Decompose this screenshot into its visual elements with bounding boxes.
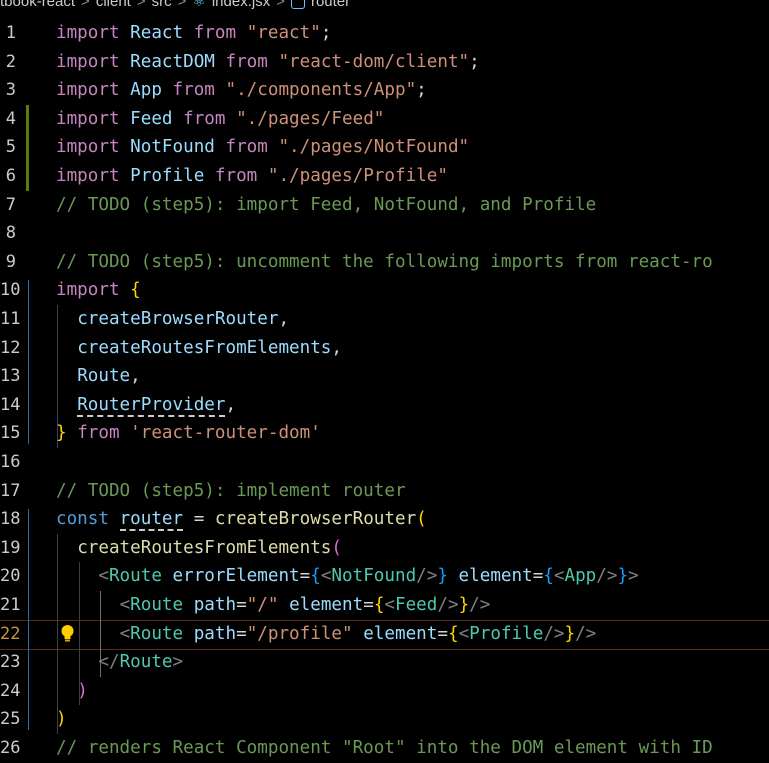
code-line[interactable]: 22 <Route path="/profile" element={<Prof… <box>0 620 769 649</box>
code-text[interactable]: createRoutesFromElements, <box>56 334 342 363</box>
code-line[interactable]: 23 </Route> <box>0 648 769 677</box>
code-text[interactable]: <Route path="/profile" element={<Profile… <box>56 620 597 649</box>
code-text[interactable]: // TODO (step5): implement router <box>56 477 406 506</box>
chevron-right-icon: > <box>81 0 90 10</box>
code-text[interactable]: } from 'react-router-dom' <box>56 419 321 448</box>
code-line[interactable]: 13 Route, <box>0 362 769 391</box>
line-number: 5 <box>5 137 16 158</box>
line-number: 13 <box>0 366 21 387</box>
code-text[interactable]: createBrowserRouter, <box>56 305 289 334</box>
code-text[interactable]: import { <box>56 276 141 305</box>
code-text[interactable]: import ReactDOM from "react-dom/client"; <box>56 48 480 77</box>
code-text[interactable]: // TODO (step5): import Feed, NotFound, … <box>56 191 596 220</box>
line-number: 10 <box>0 280 21 301</box>
chevron-right-icon: > <box>276 0 285 10</box>
code-line[interactable]: 10 import { <box>0 276 769 305</box>
code-line[interactable]: 3 import App from "./components/App"; <box>0 76 769 105</box>
code-line[interactable]: 16 <box>0 448 769 477</box>
code-text[interactable]: ) <box>56 677 88 706</box>
code-line[interactable]: 21 <Route path="/" element={<Feed/>}/> <box>0 591 769 620</box>
code-line[interactable]: 9 // TODO (step5): uncomment the followin… <box>0 248 769 277</box>
code-line[interactable]: 2 import ReactDOM from "react-dom/client"… <box>0 48 769 77</box>
code-line[interactable]: 24 ) <box>0 677 769 706</box>
code-text[interactable]: import NotFound from "./pages/NotFound" <box>56 133 469 162</box>
breadcrumb-item-symbol[interactable]: router <box>311 0 350 10</box>
code-line[interactable]: 18 const router = createBrowserRouter( <box>0 505 769 534</box>
line-number: 3 <box>5 80 16 101</box>
symbol-variable-icon <box>290 0 305 9</box>
line-number: 15 <box>0 423 21 444</box>
code-line[interactable]: 12 createRoutesFromElements, <box>0 334 769 363</box>
code-line[interactable]: 11 createBrowserRouter, <box>0 305 769 334</box>
line-number: 20 <box>0 566 21 587</box>
react-file-icon: ⚛ <box>192 0 206 10</box>
code-text[interactable]: createRoutesFromElements( <box>56 534 342 563</box>
line-number: 21 <box>0 595 21 615</box>
code-text[interactable]: <Route path="/" element={<Feed/>}/> <box>56 591 491 620</box>
code-text[interactable]: </Route> <box>56 648 183 677</box>
line-number: 19 <box>0 537 21 558</box>
line-number: 9 <box>5 251 16 272</box>
code-text[interactable]: // renders React Component "Root" into t… <box>56 734 713 763</box>
code-text[interactable]: import Feed from "./pages/Feed" <box>56 105 384 134</box>
code-editor[interactable]: 1 import React from "react"; 2 import React… <box>0 19 769 758</box>
chevron-right-icon: > <box>136 0 146 10</box>
code-line[interactable]: 5 import NotFound from "./pages/NotFound" <box>0 133 769 162</box>
code-text[interactable]: // TODO (step5): uncomment the following… <box>56 248 713 277</box>
line-number: 18 <box>0 509 21 530</box>
line-number: 1 <box>5 23 16 43</box>
code-text[interactable]: const router = createBrowserRouter( <box>56 505 427 534</box>
code-line[interactable]: 20 <Route errorElement={<NotFound/>} ele… <box>0 562 769 591</box>
code-line[interactable]: 1 import React from "react"; <box>0 19 769 48</box>
breadcrumb-item-src[interactable]: src <box>152 0 172 10</box>
line-number: 4 <box>5 108 16 129</box>
line-number: 8 <box>5 223 16 244</box>
code-line[interactable]: 17 // TODO (step5): implement router <box>0 477 769 506</box>
line-number: 7 <box>5 194 16 215</box>
code-line[interactable]: 14 RouterProvider, <box>0 391 769 420</box>
code-text[interactable]: import Profile from "./pages/Profile" <box>56 162 448 191</box>
code-text[interactable]: <Route errorElement={<NotFound/>} elemen… <box>56 562 638 591</box>
line-number: 16 <box>0 452 21 472</box>
line-number: 2 <box>5 51 16 72</box>
code-line[interactable]: 7 // TODO (step5): import Feed, NotFound,… <box>0 191 769 220</box>
code-line[interactable]: 6 import Profile from "./pages/Profile" <box>0 162 769 191</box>
breadcrumb-item-file[interactable]: index.jsx <box>212 0 270 10</box>
code-text[interactable]: import App from "./components/App"; <box>56 76 427 105</box>
line-number: 12 <box>0 337 21 358</box>
breadcrumb-item-project[interactable]: tbook-react <box>0 0 75 10</box>
line-number: 11 <box>0 309 21 329</box>
breadcrumb: tbook-react > client > src > ⚛ index.jsx… <box>0 0 769 11</box>
line-number: 25 <box>0 709 21 730</box>
line-number: 23 <box>0 652 21 673</box>
line-number: 17 <box>0 480 21 501</box>
breadcrumb-item-client[interactable]: client <box>96 0 131 10</box>
line-number: 22 <box>0 623 21 644</box>
code-text[interactable]: Route, <box>56 362 141 391</box>
chevron-right-icon: > <box>177 0 187 10</box>
code-line[interactable]: 25) <box>0 705 769 734</box>
code-text[interactable]: RouterProvider, <box>56 391 236 420</box>
code-line[interactable]: 4 import Feed from "./pages/Feed" <box>0 105 769 134</box>
line-number: 6 <box>5 166 16 186</box>
lightbulb-icon[interactable] <box>60 624 75 644</box>
code-line[interactable]: 19 createRoutesFromElements( <box>0 534 769 563</box>
code-line[interactable]: 26 // renders React Component "Root" into… <box>0 734 769 763</box>
line-number: 24 <box>0 680 21 701</box>
code-text[interactable]: ) <box>56 705 67 734</box>
line-number: 14 <box>0 394 21 415</box>
code-line[interactable]: 15 } from 'react-router-dom' <box>0 419 769 448</box>
line-number: 26 <box>0 738 21 758</box>
code-text[interactable]: import React from "react"; <box>56 19 331 48</box>
code-line[interactable]: 8 <box>0 219 769 248</box>
